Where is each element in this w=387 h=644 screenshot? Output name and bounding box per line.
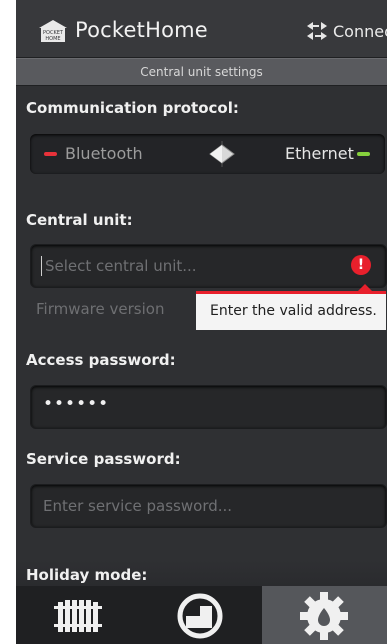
section-header: Central unit settings bbox=[16, 58, 387, 86]
error-icon[interactable]: ! bbox=[351, 255, 371, 275]
text-cursor bbox=[41, 256, 42, 276]
connect-arrows-icon[interactable] bbox=[305, 21, 329, 41]
app-title: PocketHome bbox=[75, 18, 208, 42]
connect-button[interactable]: Connect bbox=[333, 22, 387, 41]
protocol-option-bluetooth[interactable]: Bluetooth bbox=[65, 144, 143, 163]
service-password-placeholder: Enter service password... bbox=[43, 497, 233, 515]
validation-tooltip: Enter the valid address. bbox=[196, 291, 386, 330]
access-password-value: •••••• bbox=[43, 394, 110, 414]
central-unit-label: Central unit: bbox=[26, 211, 133, 229]
logo-text-bottom: HOME bbox=[45, 36, 60, 42]
radiator-icon bbox=[54, 600, 102, 632]
ethernet-indicator bbox=[357, 152, 370, 156]
service-password-label: Service password: bbox=[26, 450, 181, 468]
pockethome-logo-icon: POCKET HOME bbox=[39, 20, 67, 42]
gauge-icon bbox=[177, 593, 223, 639]
firmware-version-label: Firmware version bbox=[36, 300, 165, 318]
access-password-input[interactable]: •••••• bbox=[30, 385, 387, 429]
protocol-label: Communication protocol: bbox=[26, 99, 239, 117]
tab-settings[interactable] bbox=[262, 586, 387, 644]
tab-radiator[interactable] bbox=[16, 586, 138, 644]
holiday-mode-label: Holiday mode: bbox=[26, 566, 148, 584]
central-unit-input[interactable]: Select central unit... ! bbox=[30, 244, 387, 288]
access-password-label: Access password: bbox=[26, 351, 176, 369]
tooltip-arrow bbox=[358, 284, 372, 291]
bottom-navigation bbox=[16, 586, 387, 644]
validation-message: Enter the valid address. bbox=[210, 303, 377, 319]
gear-icon bbox=[300, 592, 348, 640]
protocol-option-ethernet[interactable]: Ethernet bbox=[285, 144, 354, 163]
bluetooth-indicator bbox=[44, 152, 57, 156]
section-header-title: Central unit settings bbox=[140, 65, 263, 79]
protocol-toggle[interactable]: Bluetooth Ethernet bbox=[30, 134, 385, 174]
tab-gauge[interactable] bbox=[139, 586, 261, 644]
central-unit-placeholder: Select central unit... bbox=[45, 257, 197, 275]
service-password-input[interactable]: Enter service password... bbox=[30, 484, 387, 528]
app-screen: POCKET HOME PocketHome Connect Central u… bbox=[16, 0, 387, 644]
toggle-knob-icon[interactable] bbox=[208, 141, 236, 167]
action-bar: POCKET HOME PocketHome Connect bbox=[16, 0, 387, 58]
